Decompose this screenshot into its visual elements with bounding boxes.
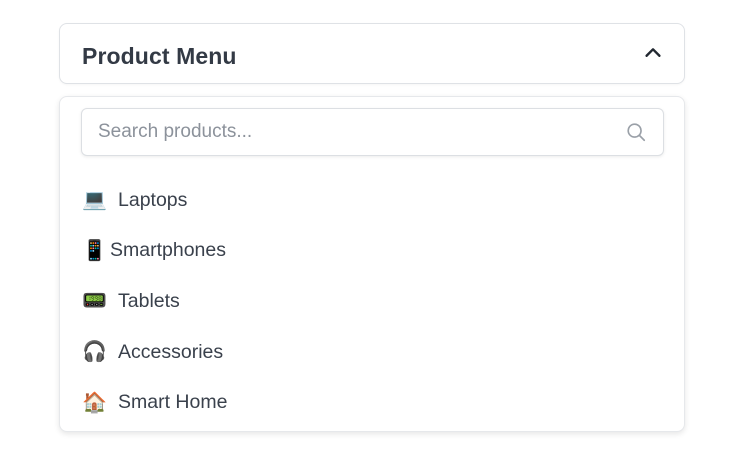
- item-label: Smartphones: [110, 239, 226, 262]
- item-label: Tablets: [118, 289, 180, 312]
- tablet-icon: 📟: [82, 290, 107, 313]
- list-item-accessories[interactable]: 🎧 Accessories: [60, 327, 684, 378]
- product-list: 💻 Laptops 📱 Smartphones 📟 Tablets 🎧 Acce…: [60, 175, 684, 428]
- list-item-tablets[interactable]: 📟 Tablets: [60, 276, 684, 327]
- list-item-smart-home[interactable]: 🏠 Smart Home: [60, 377, 684, 428]
- item-label: Laptops: [118, 188, 188, 211]
- smartphone-icon: 📱: [82, 239, 107, 262]
- list-item-laptops[interactable]: 💻 Laptops: [60, 175, 684, 226]
- item-label: Accessories: [118, 340, 224, 363]
- product-menu-header[interactable]: Product Menu: [59, 23, 685, 84]
- search-icon[interactable]: [625, 121, 647, 143]
- item-label: Smart Home: [118, 391, 228, 414]
- dropdown-panel: 💻 Laptops 📱 Smartphones 📟 Tablets 🎧 Acce…: [59, 96, 685, 432]
- headphones-icon: 🎧: [82, 341, 107, 364]
- laptop-icon: 💻: [82, 189, 107, 212]
- search-input[interactable]: [98, 109, 598, 155]
- list-item-smartphones[interactable]: 📱 Smartphones: [60, 226, 684, 277]
- chevron-up-icon[interactable]: [642, 42, 664, 64]
- house-icon: 🏠: [82, 391, 107, 414]
- search-box: [81, 108, 664, 156]
- menu-title: Product Menu: [82, 43, 237, 69]
